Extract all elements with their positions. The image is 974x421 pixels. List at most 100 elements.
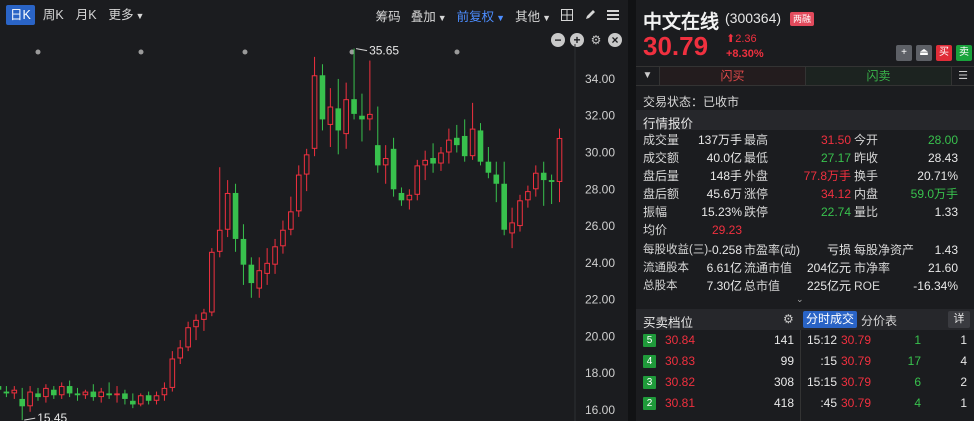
panel-divider[interactable] xyxy=(628,0,636,421)
candle-down xyxy=(319,75,326,120)
candle-up xyxy=(556,137,563,182)
tab-price-table[interactable]: 分价表 xyxy=(861,312,897,329)
tab-daily-k[interactable]: 日K xyxy=(6,5,35,25)
candle-down xyxy=(145,395,152,401)
stat-label: 振幅 xyxy=(643,205,668,219)
candle-up xyxy=(382,158,389,166)
candle-down xyxy=(19,398,26,407)
depth-header: 买卖档位 ⚙ 分时成交 分价表 详 xyxy=(636,309,974,330)
sell-price: 30.81 xyxy=(665,396,696,410)
tick-count: 1 xyxy=(960,333,967,347)
stat-value: 59.0万手 xyxy=(910,187,958,201)
y-tick-label: 32.00 xyxy=(585,109,615,123)
sell-level-row[interactable]: 5 30.84 141 xyxy=(636,330,800,351)
candle-up xyxy=(525,191,531,201)
hamburger-menu-icon[interactable] xyxy=(606,8,620,22)
candle-down xyxy=(477,130,484,162)
tick-row: 15:15 30.79 6 2 xyxy=(801,372,974,393)
candlestick-chart[interactable]: 34.00 32.00 30.00 28.00 26.00 24.00 22.00 20.00… xyxy=(0,44,628,421)
alert-bell-icon[interactable]: ⏏ xyxy=(916,45,932,61)
candle-up xyxy=(327,106,334,125)
event-marker-dot[interactable] xyxy=(242,49,248,55)
sell-level-row[interactable]: 2 30.81 418 xyxy=(636,393,800,414)
flash-sell-button[interactable]: 闪卖 xyxy=(806,67,952,85)
tab-more[interactable]: 更多 ▼ xyxy=(105,5,149,25)
trade-status: 交易状态：已收市 xyxy=(643,93,739,110)
stat-label: 市净率 xyxy=(854,261,891,275)
annotation-arrow xyxy=(355,48,368,52)
sell-level-row[interactable]: 3 30.82 308 xyxy=(636,372,800,393)
stat-label: 量比 xyxy=(854,205,879,219)
chevron-down-icon[interactable]: ▼ xyxy=(636,67,660,85)
candle-up xyxy=(137,395,144,405)
candle-up xyxy=(27,391,33,407)
chevron-down-icon[interactable]: ⌄ xyxy=(796,294,804,305)
event-marker-dot[interactable] xyxy=(35,49,41,55)
candle-up xyxy=(438,152,444,164)
candle-up xyxy=(43,387,49,398)
grid-icon[interactable] xyxy=(560,8,574,22)
stat-row: 成交额 40.0亿 最低 27.17 昨收 28.43 xyxy=(636,149,974,167)
sell-price: 30.84 xyxy=(665,333,696,347)
quote-action-buttons: + ⏏ 买 卖 xyxy=(892,45,972,61)
candle-up xyxy=(256,270,263,289)
stat-value: 28.43 xyxy=(927,151,958,165)
candle-down xyxy=(430,158,436,164)
sell-volume: 99 xyxy=(780,354,794,368)
chip-button[interactable]: 筹码 xyxy=(376,6,401,25)
stat-row: 盘后额 45.6万 涨停 34.12 内盘 59.0万手 xyxy=(636,185,974,203)
sell-button[interactable]: 卖 xyxy=(956,45,972,61)
candle-up xyxy=(98,391,105,398)
candle-up xyxy=(367,113,373,120)
sell-volume: 308 xyxy=(773,375,794,389)
other-label: 其他 xyxy=(515,9,541,24)
stat-label: 换手 xyxy=(854,169,879,183)
candle-down xyxy=(485,161,492,173)
tick-count: 4 xyxy=(960,354,967,368)
trade-status-label: 交易状态： xyxy=(643,95,704,109)
candle-up xyxy=(264,262,270,274)
buy-button[interactable]: 买 xyxy=(936,45,952,61)
quote-panel: 中文在线 (300364) 两融 30.79 ⬆2.36 +8.30% + ⏏ … xyxy=(636,0,974,421)
tab-weekly-k[interactable]: 周K xyxy=(39,5,68,25)
tick-time: :15 xyxy=(820,354,837,368)
overlay-dropdown[interactable]: 叠加 ▼ xyxy=(411,6,447,25)
event-marker-dot[interactable] xyxy=(138,49,144,55)
level-badge: 2 xyxy=(643,397,656,410)
pen-icon[interactable] xyxy=(583,8,597,22)
add-watchlist-button[interactable]: + xyxy=(896,45,912,61)
adjust-dropdown[interactable]: 前复权 ▼ xyxy=(457,6,505,25)
overlay-label: 叠加 xyxy=(410,9,436,24)
flash-buy-button[interactable]: 闪买 xyxy=(660,67,806,85)
sell-price: 30.83 xyxy=(665,354,696,368)
menu-icon[interactable]: ☰ xyxy=(952,67,974,85)
candle-down xyxy=(359,115,365,120)
candle-up xyxy=(216,229,223,252)
tab-tick-trades[interactable]: 分时成交 xyxy=(803,311,858,328)
tab-monthly-k[interactable]: 月K xyxy=(72,5,101,25)
stat-label: 昨收 xyxy=(854,151,879,165)
candle-up xyxy=(114,393,120,396)
stat-value: 28.00 xyxy=(927,133,958,147)
annotation-arrow xyxy=(24,417,36,421)
stat-value: 21.60 xyxy=(927,261,958,275)
gear-icon[interactable]: ⚙ xyxy=(783,312,794,326)
stat-label: 涨停 xyxy=(744,187,769,201)
candle-up xyxy=(153,395,160,401)
low-price-label: 15.45 xyxy=(37,411,67,421)
tick-time: 15:12 xyxy=(806,333,837,347)
stat-label: 总市值 xyxy=(744,279,781,293)
chevron-down-icon: ▼ xyxy=(542,12,551,23)
candle-up xyxy=(193,319,199,328)
candle-up xyxy=(311,75,318,149)
detail-button[interactable]: 详 xyxy=(948,311,970,328)
other-dropdown[interactable]: 其他 ▼ xyxy=(515,6,551,25)
stat-label: 流通股本 xyxy=(643,262,689,274)
event-marker-dot[interactable] xyxy=(454,49,460,55)
stat-row: 每股收益(三) -0.258 市盈率(动) 亏损 每股净资产 1.43 xyxy=(636,241,974,259)
candle-down xyxy=(35,393,41,398)
sell-level-row[interactable]: 4 30.83 99 xyxy=(636,351,800,372)
stat-label: 今开 xyxy=(854,133,879,147)
candle-down xyxy=(398,192,405,201)
stat-label: 盘后量 xyxy=(643,169,680,183)
